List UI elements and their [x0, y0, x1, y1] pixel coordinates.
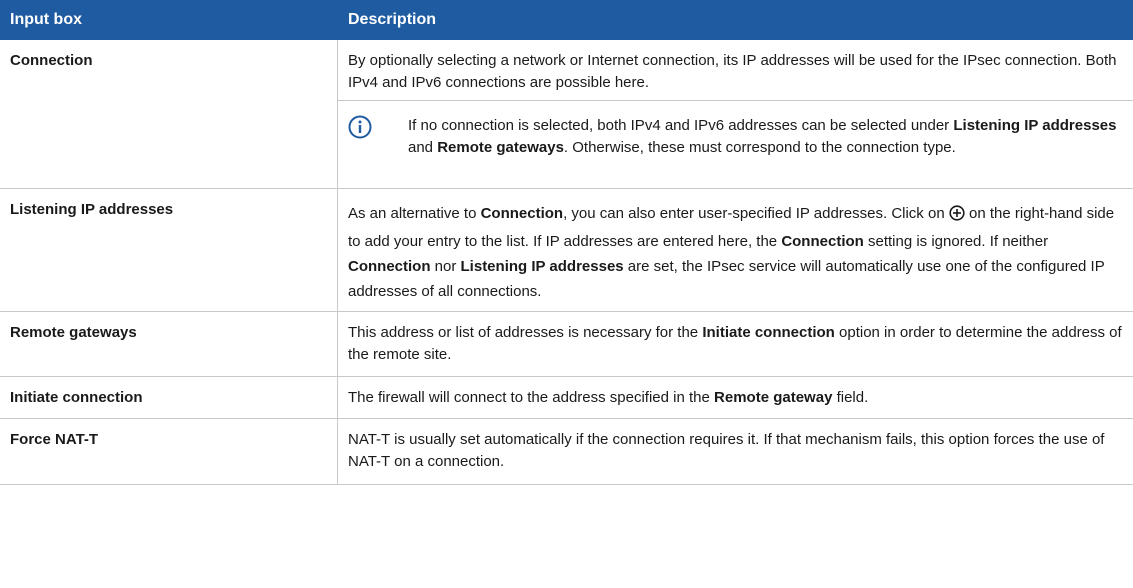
info-note: If no connection is selected, both IPv4 … — [338, 100, 1133, 165]
header-input-box: Input box — [10, 11, 82, 28]
table-row: Connection By optionally selecting a net… — [0, 40, 1133, 189]
desc-part: The firewall will connect to the address… — [348, 389, 715, 406]
note-text-part: . Otherwise, these must correspond to th… — [563, 139, 956, 156]
table-row: Remote gateways This address or list of … — [0, 312, 1133, 377]
parameter-table: Input box Description Connection By opti… — [0, 0, 1133, 485]
note-bold-listening: Listening IP addresses — [953, 117, 1117, 134]
desc-part: field. — [832, 389, 869, 406]
desc-bold: Listening IP addresses — [460, 258, 624, 275]
info-icon — [348, 115, 408, 159]
desc-part: This address or list of addresses is nec… — [348, 324, 703, 341]
row-description: As an alternative to Connection, you can… — [338, 189, 1133, 311]
table-row: Listening IP addresses As an alternative… — [0, 189, 1133, 312]
table-header: Input box Description — [0, 0, 1133, 40]
row-description: By optionally selecting a network or Int… — [338, 40, 1133, 188]
description-text: By optionally selecting a network or Int… — [348, 52, 1117, 91]
desc-bold: Connection — [781, 233, 864, 250]
desc-part: nor — [430, 258, 461, 275]
row-name: Connection — [0, 40, 338, 188]
header-description: Description — [348, 11, 437, 28]
note-bold-remote: Remote gateways — [437, 139, 564, 156]
row-description: NAT-T is usually set automatically if th… — [348, 431, 1105, 470]
desc-bold: Remote gateway — [714, 389, 833, 406]
row-name: Listening IP addresses — [0, 189, 338, 311]
plus-circle-icon — [949, 204, 965, 229]
desc-part: setting is ignored. If neither — [863, 233, 1049, 250]
row-description: The firewall will connect to the address… — [338, 377, 1133, 418]
row-description: This address or list of addresses is nec… — [338, 312, 1133, 376]
note-text-part: If no connection is selected, both IPv4 … — [408, 117, 954, 134]
desc-part: As an alternative to — [348, 205, 481, 222]
desc-bold: Initiate connection — [702, 324, 835, 341]
row-name: Force NAT-T — [0, 419, 338, 484]
note-text-part: and — [408, 139, 438, 156]
table-row: Force NAT-T NAT-T is usually set automat… — [0, 419, 1133, 485]
note-text: If no connection is selected, both IPv4 … — [408, 115, 1127, 159]
desc-bold: Connection — [348, 258, 431, 275]
row-name: Initiate connection — [0, 377, 338, 418]
desc-part: , you can also enter user-specified IP a… — [563, 205, 949, 222]
row-name: Remote gateways — [0, 312, 338, 376]
table-row: Initiate connection The firewall will co… — [0, 377, 1133, 419]
desc-bold: Connection — [480, 205, 564, 222]
